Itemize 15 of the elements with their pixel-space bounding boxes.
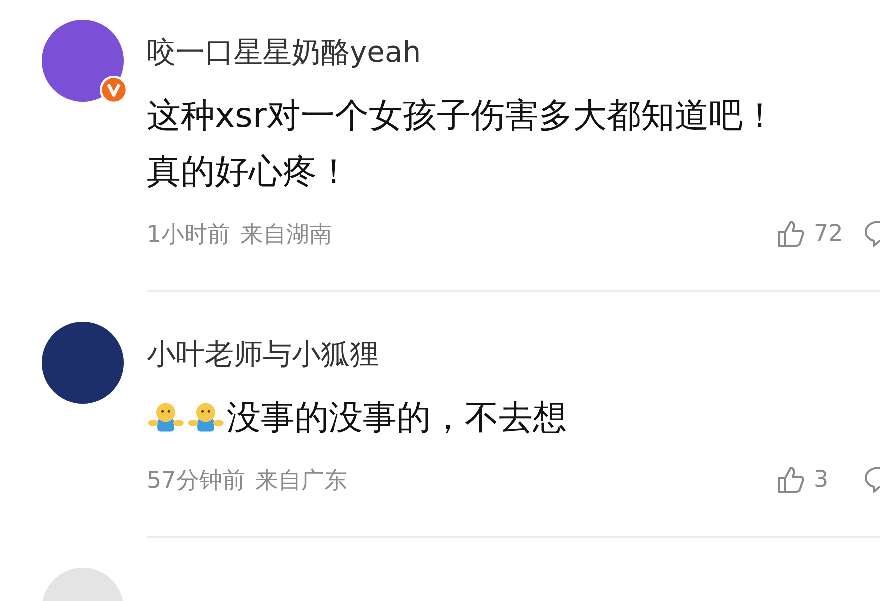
comment-text: 这种xsr对一个女孩子伤害多大都知道吧！ xyxy=(147,95,777,138)
like-count: 3 xyxy=(814,467,830,493)
thumbs-up-icon[interactable] xyxy=(776,219,806,249)
thumbs-up-icon[interactable] xyxy=(776,465,806,495)
like-count: 72 xyxy=(814,221,844,247)
emoji-icon xyxy=(187,402,225,434)
comment-location: 来自广东 xyxy=(255,466,348,496)
comment-text: 没事的没事的，不去想 xyxy=(227,397,567,440)
comment-text: 真的好心疼！ xyxy=(147,151,351,194)
emoji-icon xyxy=(147,402,185,434)
user-name[interactable]: 小叶老师与小狐狸 xyxy=(147,334,880,374)
comment-time: 57分钟前 xyxy=(147,466,246,496)
user-name[interactable]: 咬一口星星奶酪yeah xyxy=(147,32,880,72)
comment-time: 1小时前 xyxy=(147,220,231,250)
comment-location: 来自湖南 xyxy=(240,220,333,250)
